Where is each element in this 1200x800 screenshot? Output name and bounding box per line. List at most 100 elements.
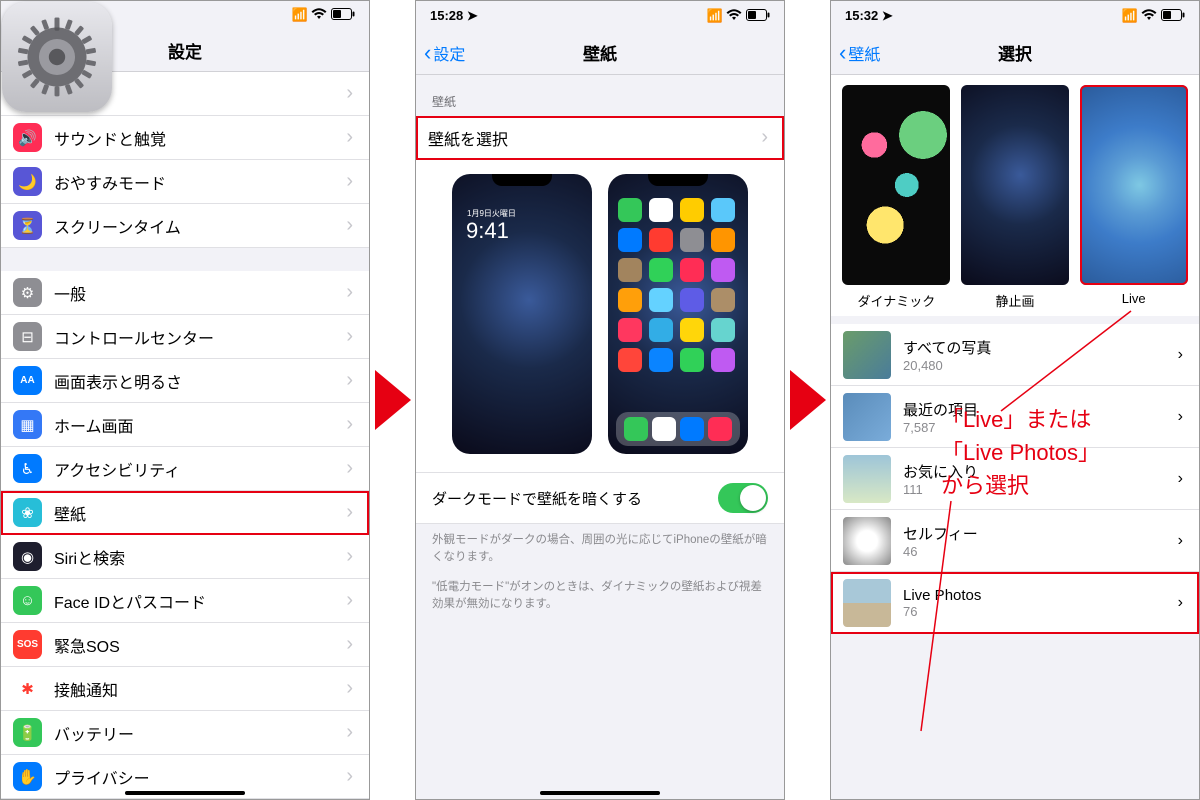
album-count: 46 <box>903 544 1166 559</box>
album-row-Live Photos[interactable]: Live Photos76› <box>831 572 1199 634</box>
chevron-right-icon: › <box>346 633 353 656</box>
album-thumb <box>843 331 891 379</box>
album-thumb <box>843 455 891 503</box>
choose-wallpaper-row[interactable]: 壁紙を選択 › <box>416 116 784 160</box>
album-name: セルフィー <box>903 523 1166 544</box>
chevron-right-icon: › <box>761 126 768 149</box>
row-icon: 🌙 <box>13 167 42 196</box>
album-thumb <box>843 393 891 441</box>
back-button[interactable]: ‹設定 <box>424 41 465 65</box>
row-icon: ✋ <box>13 762 42 791</box>
row-label: バッテリー <box>54 721 334 745</box>
row-label: Face IDとパスコード <box>54 589 334 613</box>
chevron-right-icon: › <box>346 501 353 524</box>
lock-screen-preview[interactable]: 1月9日火曜日 9:41 <box>452 174 592 454</box>
row-label: ホーム画面 <box>54 413 334 437</box>
page-title: 壁紙 <box>583 40 617 65</box>
row-icon: AA <box>13 366 42 395</box>
screenshot-wallpaper-choose: 15:32 ➤ 📶 ‹壁紙 選択 ダイナミック 静止画 Live すべての写真20,… <box>830 0 1200 800</box>
settings-row-緊急SOS[interactable]: SOS緊急SOS› <box>1 623 369 667</box>
chevron-right-icon: › <box>346 214 353 237</box>
chevron-right-icon: › <box>346 281 353 304</box>
wallpaper-category-ダイナミック[interactable]: ダイナミック <box>841 85 952 310</box>
cellular-icon: 📶 <box>707 8 722 24</box>
chevron-right-icon: › <box>346 721 353 744</box>
chevron-right-icon: › <box>346 765 353 788</box>
chevron-right-icon: › <box>346 126 353 149</box>
wallpaper-category-label: 静止画 <box>996 291 1035 310</box>
album-info: Live Photos76 <box>903 587 1166 619</box>
settings-row-ホーム画面[interactable]: ▦ホーム画面› <box>1 403 369 447</box>
back-button[interactable]: ‹壁紙 <box>839 41 880 65</box>
status-bar: 15:28 ➤ 📶 <box>416 1 784 31</box>
album-row-セルフィー[interactable]: セルフィー46 › <box>831 510 1199 572</box>
location-icon: ➤ <box>467 8 478 24</box>
row-icon: 🔋 <box>13 718 42 747</box>
settings-row-Siriと検索[interactable]: ◉Siriと検索› <box>1 535 369 579</box>
chevron-right-icon: › <box>1178 408 1183 426</box>
row-label: 一般 <box>54 281 334 305</box>
album-count: 20,480 <box>903 358 1166 373</box>
settings-row-スクリーンタイム[interactable]: ⏳スクリーンタイム› <box>1 204 369 248</box>
settings-row-画面表示と明るさ[interactable]: AA画面表示と明るさ› <box>1 359 369 403</box>
row-icon: ⚙︎ <box>13 278 42 307</box>
row-label: コントロールセンター <box>54 325 334 349</box>
row-label: プライバシー <box>54 765 334 789</box>
wallpaper-category-Live[interactable]: Live <box>1078 85 1189 310</box>
wifi-icon <box>726 9 742 24</box>
footnote: 外観モードがダークの場合、周囲の光に応じてiPhoneの壁紙が暗くなります。 <box>416 524 784 571</box>
dark-dim-toggle[interactable] <box>718 483 768 513</box>
chevron-right-icon: › <box>1178 346 1183 364</box>
section-header: 壁紙 <box>416 75 784 116</box>
settings-row-アクセシビリティ[interactable]: ♿︎アクセシビリティ› <box>1 447 369 491</box>
status-bar: 15:32 ➤ 📶 <box>831 1 1199 31</box>
battery-icon <box>746 9 770 24</box>
row-icon: SOS <box>13 630 42 659</box>
settings-app-icon <box>2 2 112 112</box>
chevron-right-icon: › <box>346 545 353 568</box>
row-icon: ❀ <box>13 498 42 527</box>
home-indicator[interactable] <box>540 791 660 795</box>
status-time: 15:32 ➤ <box>845 8 893 24</box>
settings-row-Face IDとパスコード[interactable]: ☺︎Face IDとパスコード› <box>1 579 369 623</box>
row-label: サウンドと触覚 <box>54 126 334 150</box>
settings-row-サウンドと触覚[interactable]: 🔊 サウンドと触覚 › <box>1 116 369 160</box>
chevron-right-icon: › <box>346 369 353 392</box>
settings-row-コントロールセンター[interactable]: ⊟コントロールセンター› <box>1 315 369 359</box>
wifi-icon <box>1141 9 1157 24</box>
toggle-label: ダークモードで壁紙を暗くする <box>432 488 718 509</box>
footnote: "低電力モード"がオンのときは、ダイナミックの壁紙および視差効果が無効になります… <box>416 571 784 618</box>
wallpaper-preview: 1月9日火曜日 9:41 <box>416 160 784 473</box>
chevron-left-icon: ‹ <box>424 42 431 64</box>
page-title: 選択 <box>998 40 1032 65</box>
wallpaper-thumb <box>961 85 1069 285</box>
album-thumb <box>843 579 891 627</box>
page-title: 設定 <box>168 38 202 63</box>
home-screen-preview[interactable] <box>608 174 748 454</box>
home-indicator[interactable] <box>125 791 245 795</box>
chevron-right-icon: › <box>1178 470 1183 488</box>
settings-row-バッテリー[interactable]: 🔋 バッテリー › <box>1 711 369 755</box>
callout-text: 「Live」または 「Live Photos」 から選択 <box>941 403 1100 502</box>
settings-row-接触通知[interactable]: ✱接触通知› <box>1 667 369 711</box>
wallpaper-category-静止画[interactable]: 静止画 <box>960 85 1071 310</box>
wallpaper-thumb <box>842 85 950 285</box>
chevron-right-icon: › <box>346 170 353 193</box>
wifi-icon <box>311 8 327 23</box>
album-name: すべての写真 <box>903 337 1166 358</box>
chevron-left-icon: ‹ <box>839 42 846 64</box>
cellular-icon: 📶 <box>1122 8 1137 24</box>
dark-mode-dim-row: ダークモードで壁紙を暗くする <box>416 473 784 524</box>
wallpaper-category-label: ダイナミック <box>857 291 935 310</box>
album-info: すべての写真20,480 <box>903 337 1166 373</box>
row-icon: 🔊 <box>13 123 42 152</box>
settings-row-おやすみモード[interactable]: 🌙おやすみモード› <box>1 160 369 204</box>
nav-bar: ‹壁紙 選択 <box>831 31 1199 75</box>
row-icon: ▦ <box>13 410 42 439</box>
row-label: 壁紙 <box>54 501 334 525</box>
settings-row-一般[interactable]: ⚙︎ 一般 › <box>1 271 369 315</box>
settings-row-壁紙[interactable]: ❀ 壁紙 › <box>1 491 369 535</box>
chevron-right-icon: › <box>1178 532 1183 550</box>
battery-icon <box>1161 9 1185 24</box>
album-row-すべての写真[interactable]: すべての写真20,480 › <box>831 324 1199 386</box>
